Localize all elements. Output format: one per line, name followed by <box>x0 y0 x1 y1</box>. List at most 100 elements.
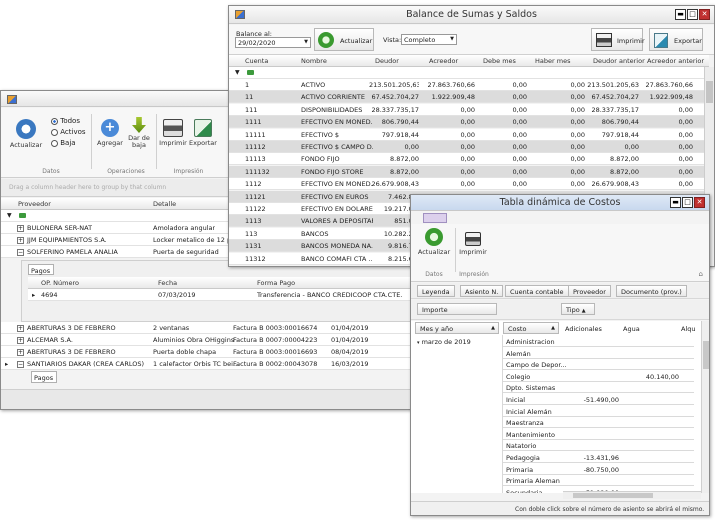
expand-icon[interactable]: + <box>17 237 24 244</box>
data-field-importe[interactable]: Importe <box>417 303 497 315</box>
table-row[interactable]: 1111 EFECTIVO EN MONED... 806.790,44 0,00 0,… <box>229 116 704 129</box>
pivot-row[interactable]: Dpto. Sistemas <box>503 382 694 394</box>
pivot-row[interactable]: Pedagogia -13.431,96 <box>503 452 694 463</box>
col-header[interactable]: Debe mes <box>483 57 516 65</box>
collapse-ribbon-icon[interactable]: ⌂ <box>699 270 703 278</box>
table-cell: 1 <box>245 81 250 89</box>
ribbon-separator <box>91 114 92 169</box>
pivot-row[interactable]: Primaria -80.750,00 <box>503 464 694 475</box>
table-cell: ACTIVO <box>301 81 326 89</box>
pivot-hscroll[interactable] <box>563 491 701 499</box>
group-label-datos: Datos <box>425 271 443 278</box>
table-cell: 0,00 <box>512 155 527 164</box>
table-row[interactable]: + ABERTURAS 3 DE FEBRERO 2 ventanas Factura… <box>1 322 411 334</box>
minimize-icon[interactable]: ▬ <box>675 9 686 20</box>
col-header[interactable]: Deudor <box>375 57 399 65</box>
radio-todos[interactable]: Todos <box>51 117 86 128</box>
expand-icon[interactable]: − <box>17 361 24 368</box>
balance-exportar-button[interactable]: Exportar <box>649 28 703 51</box>
table-row[interactable]: 11113 FONDO FIJO 8.872,00 0,00 0,00 0,00 8.872… <box>229 153 704 166</box>
maximize-icon[interactable]: □ <box>682 197 693 208</box>
table-cell: 11122 <box>245 205 266 213</box>
bottom-strip <box>1 389 411 409</box>
minimize-icon[interactable]: ▬ <box>670 197 681 208</box>
radio-activos[interactable]: Activos <box>51 128 86 139</box>
close-icon[interactable]: ✕ <box>699 9 710 20</box>
expand-icon[interactable]: + <box>17 349 24 356</box>
scroll-thumb[interactable] <box>706 81 713 103</box>
expand-icon[interactable]: − <box>17 249 24 256</box>
table-row[interactable]: 1112 EFECTIVO EN MONED... 26.679.908,43 0,0… <box>229 178 704 191</box>
col-header[interactable]: Nombre <box>301 57 327 65</box>
expand-icon[interactable]: + <box>17 337 24 344</box>
filter-field-leyenda[interactable]: Leyenda <box>417 285 455 297</box>
table-cell: 806.790,44 <box>601 118 639 127</box>
table-row[interactable]: + ALCEMAR S.A. Aluminios Obra OHiggins Fact… <box>1 334 411 346</box>
filter-row[interactable]: ▼ <box>229 67 709 79</box>
pivot-row[interactable]: Primaria Aleman <box>503 475 694 487</box>
table-row[interactable]: 11112 EFECTIVO $ CAMPO D... 0,00 0,00 0,00 0,… <box>229 141 704 153</box>
pivot-row[interactable]: Natatorio <box>503 440 694 452</box>
pivot-row[interactable]: Administracion <box>503 336 694 347</box>
table-row[interactable]: 111132 FONDO FIJO STORE 8.872,00 0,00 0,00 0,… <box>229 165 704 178</box>
pivot-row[interactable]: Colegio 40.140,00 <box>503 371 694 382</box>
pivot-row[interactable]: Mantenimiento <box>503 429 694 440</box>
tab-pagos[interactable]: Pagos <box>28 264 54 275</box>
pivot-vscroll[interactable] <box>701 321 709 493</box>
pivot-row-label: Maestranza <box>506 419 544 428</box>
scroll-thumb[interactable] <box>703 341 709 369</box>
col-header[interactable]: Deudor anterior <box>593 57 645 65</box>
filter-field-asiento[interactable]: Asiento N. <box>460 285 504 297</box>
filter-field-cuenta[interactable]: Cuenta contable <box>505 285 569 297</box>
balance-imprimir-button[interactable]: Imprimir <box>591 28 645 51</box>
expand-icon[interactable]: + <box>17 325 24 332</box>
expand-icon[interactable]: + <box>17 225 24 232</box>
pivot-row-label: Colegio <box>506 372 531 381</box>
table-cell: 0,00 <box>460 167 475 176</box>
tab-pagos-2[interactable]: Pagos <box>31 371 57 383</box>
col-header-fecha[interactable]: Fecha <box>158 279 177 287</box>
table-cell: 1131 <box>245 242 262 251</box>
export-icon <box>194 119 212 137</box>
table-row[interactable]: 111 DISPONIBILIDADES 28.337.735,17 0,00 0,00… <box>229 103 704 116</box>
exportar-button[interactable]: Exportar <box>189 119 217 147</box>
pivot-row[interactable]: Campo de Depor... <box>503 359 694 371</box>
table-cell: 0,00 <box>678 105 693 114</box>
refresh-icon <box>16 119 36 139</box>
pivot-actualizar-button[interactable]: Actualizar <box>417 228 451 256</box>
col-header-proveedor[interactable]: Proveedor <box>18 200 51 208</box>
close-icon[interactable]: ✕ <box>694 197 705 208</box>
radio-baja[interactable]: Baja <box>51 139 86 150</box>
filter-field-proveedor[interactable]: Proveedor <box>568 285 611 297</box>
column-field-tipo[interactable]: Tipo ▲ <box>561 303 595 315</box>
actualizar-button[interactable]: Actualizar <box>9 119 43 149</box>
dar-de-baja-button[interactable]: Dar de baja <box>127 117 151 149</box>
col-header-detalle[interactable]: Detalle <box>153 200 176 208</box>
pivot-row[interactable]: Alemán <box>503 348 694 359</box>
pivot-row-label: Mantenimiento <box>506 430 555 439</box>
agregar-button[interactable]: + Agregar <box>97 119 123 147</box>
col-header[interactable]: Acreedor anterior <box>647 57 704 65</box>
col-header-forma-pago[interactable]: Forma Pago <box>257 279 295 287</box>
scroll-thumb[interactable] <box>573 493 653 498</box>
pivot-imprimir-button[interactable]: Imprimir <box>457 232 489 256</box>
pivot-row[interactable]: Inicial Alemán <box>503 406 694 417</box>
col-header[interactable]: Haber mes <box>535 57 570 65</box>
filter-field-documento[interactable]: Documento (prov.) <box>616 285 687 297</box>
pagos-row[interactable]: ▸ 4694 07/03/2019 Transferencia - BANCO … <box>28 289 411 301</box>
maximize-icon[interactable]: □ <box>687 9 698 20</box>
vista-select[interactable]: Completo ▼ <box>401 34 457 45</box>
col-header[interactable]: Cuenta <box>245 57 268 65</box>
pivot-row[interactable]: Inicial -51.490,00 <box>503 394 694 405</box>
balance-actualizar-button[interactable]: Actualizar <box>314 28 374 51</box>
table-row[interactable]: 1 ACTIVO 213.501.205,63 27.863.760,66 0,00 0,… <box>229 79 704 91</box>
pivot-row[interactable]: Maestranza <box>503 417 694 429</box>
table-row[interactable]: ▸ − SANTIARIOS DAKAR (CREA CARLOS) 1 calefa… <box>1 358 411 370</box>
imprimir-button[interactable]: Imprimir <box>159 119 187 147</box>
table-row[interactable]: 11111 EFECTIVO $ 797.918,44 0,00 0,00 0,00 797… <box>229 128 704 141</box>
balance-date-picker[interactable]: 29/02/2020 ▼ <box>235 37 311 48</box>
table-row[interactable]: 11 ACTIVO CORRIENTE 67.452.704,27 1.922.909… <box>229 91 704 104</box>
table-row[interactable]: + ABERTURAS 3 DE FEBRERO Puerta doble chap… <box>1 346 411 358</box>
col-header-op[interactable]: OP. Número <box>41 279 79 287</box>
col-header[interactable]: Acreedor <box>429 57 458 65</box>
